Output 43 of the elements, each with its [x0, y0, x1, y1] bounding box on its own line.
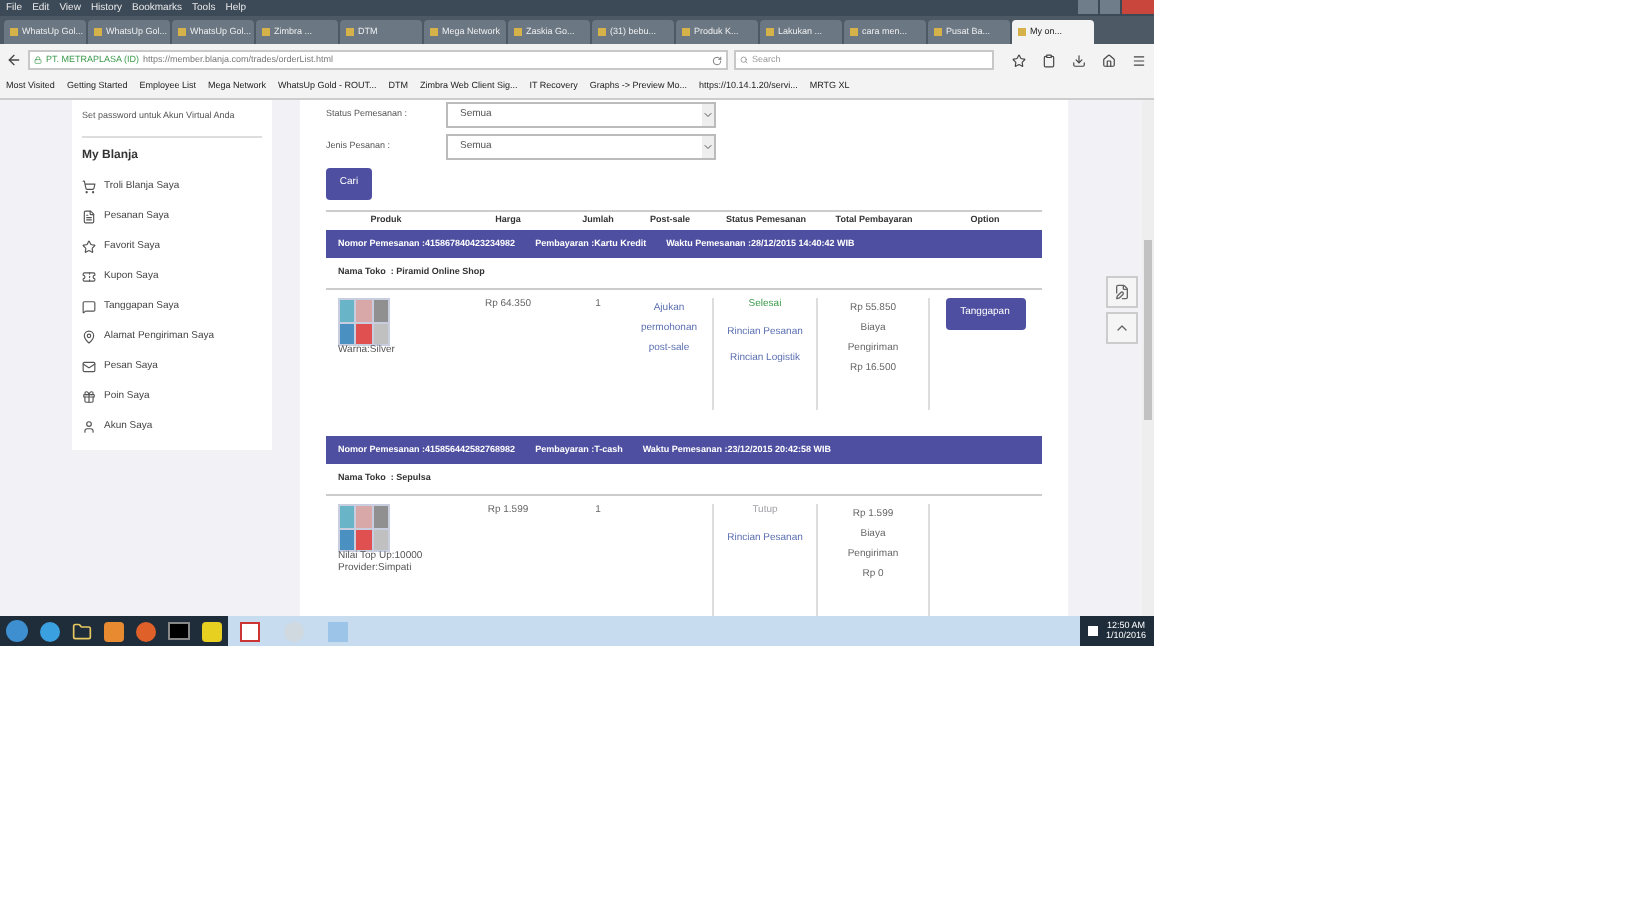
favicon-icon	[346, 28, 354, 36]
product-thumbnail	[338, 504, 390, 552]
folder-icon[interactable]	[72, 621, 92, 641]
edit-icon	[1114, 284, 1130, 300]
favicon-icon	[94, 28, 102, 36]
download-icon[interactable]	[1072, 53, 1086, 67]
favicon-icon	[262, 28, 270, 36]
lock-icon	[34, 56, 42, 64]
chevron-up-icon	[1114, 320, 1130, 336]
favicon-icon	[766, 28, 774, 36]
home-icon[interactable]	[1102, 53, 1116, 67]
menu-icon[interactable]	[1132, 53, 1146, 67]
favicon-icon	[514, 28, 522, 36]
back-icon[interactable]	[6, 52, 22, 68]
favicon-icon	[682, 28, 690, 36]
reload-icon[interactable]	[712, 55, 722, 65]
feedback-button[interactable]	[1106, 276, 1138, 308]
star-icon	[82, 239, 96, 254]
favicon-icon	[850, 28, 858, 36]
favicon-icon	[1018, 28, 1026, 36]
cart-icon	[82, 179, 96, 194]
search-icon	[740, 56, 748, 64]
favicon-icon	[430, 28, 438, 36]
scrollbar[interactable]	[1142, 100, 1154, 616]
favicon-icon	[10, 28, 18, 36]
gift-icon	[82, 389, 96, 404]
terminal-icon[interactable]	[168, 622, 190, 640]
product-thumbnail	[338, 298, 390, 346]
dropdown-icon	[702, 136, 714, 158]
ticket-icon	[82, 269, 96, 284]
clipboard-icon[interactable]	[1042, 53, 1056, 67]
favicon-icon	[934, 28, 942, 36]
document-icon	[82, 209, 96, 224]
start-orb-icon[interactable]	[6, 620, 28, 642]
user-icon	[82, 419, 96, 434]
bookmark-star-icon[interactable]	[1012, 53, 1026, 67]
dropdown-icon	[702, 104, 714, 126]
chat-icon	[82, 299, 96, 314]
app-icon[interactable]	[202, 621, 222, 641]
favicon-icon	[598, 28, 606, 36]
favicon-icon	[178, 28, 186, 36]
mail-icon	[82, 359, 96, 374]
map-pin-icon	[82, 329, 96, 344]
